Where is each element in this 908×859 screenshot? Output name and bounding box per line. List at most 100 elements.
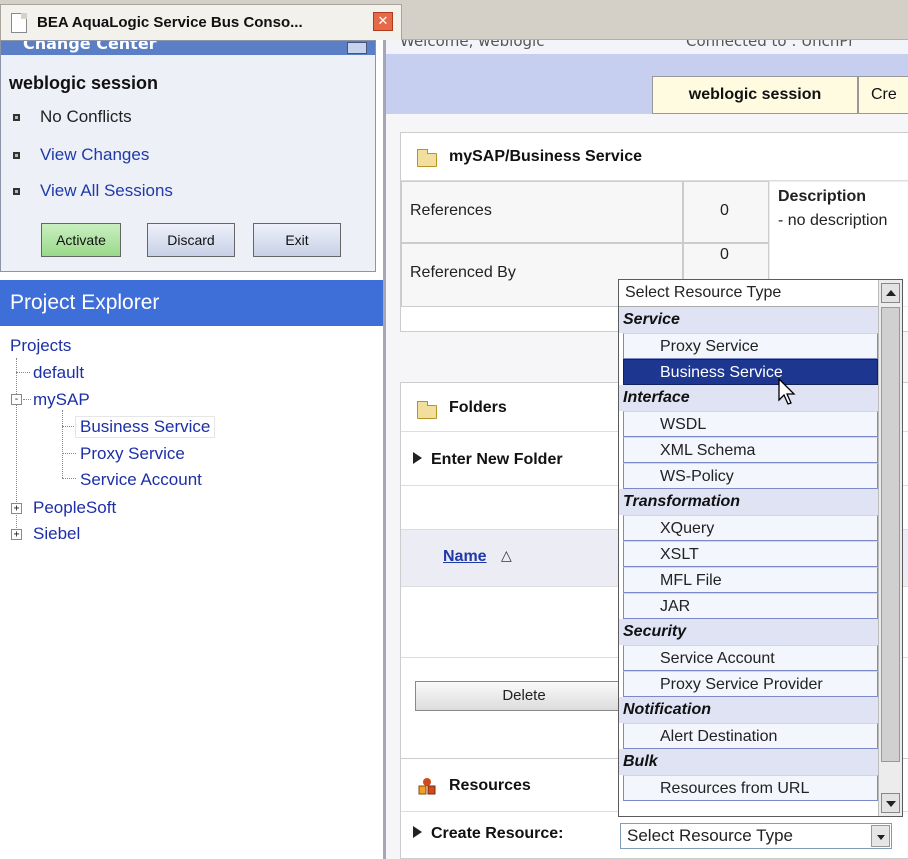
tree-line [62,478,76,479]
view-changes-item: View Changes [13,145,149,165]
option-xslt[interactable]: XSLT [623,541,878,567]
referenced-by-label: Referenced By [410,264,516,281]
folder-icon [417,401,437,419]
browser-tab-bar: BEA AquaLogic Service Bus Conso... ✕ [0,0,908,40]
tree-item-business-service[interactable]: Business Service [75,416,216,438]
welcome-strip: Welcome, weblogic Connected to : UnchPr [386,40,908,54]
tree-item-siebel[interactable]: Siebel [33,524,80,544]
enter-new-folder-toggle[interactable]: Enter New Folder [413,451,563,469]
no-conflicts-item: No Conflicts [13,107,132,127]
description-label: Description [778,188,867,205]
create-resource-toggle[interactable]: Create Resource: [413,825,564,843]
session-name: weblogic session [9,73,159,93]
sort-ascending-icon[interactable]: △ [501,548,512,564]
tree-line [62,453,76,454]
group-interface: Interface [619,385,878,411]
option-xquery[interactable]: XQuery [623,515,878,541]
create-tab[interactable]: Cre [858,76,908,114]
references-label-cell: References [401,181,683,243]
folders-title: Folders [449,399,507,416]
option-ws-policy[interactable]: WS-Policy [623,463,878,489]
group-security: Security [619,619,878,645]
dropdown-scrollbar[interactable] [878,280,902,816]
resource-type-select[interactable]: Select Resource Type [620,823,892,849]
session-bar: weblogic session Cre [386,54,908,114]
close-tab-icon[interactable]: ✕ [373,12,393,31]
description-value: - no description [778,212,888,229]
referenced-by-value: 0 [720,246,729,263]
tree-item-proxy-service[interactable]: Proxy Service [80,444,185,464]
option-service-account[interactable]: Service Account [623,645,878,671]
tree-item-mysap[interactable]: mySAP [33,390,90,410]
scroll-down-icon[interactable] [881,793,900,813]
option-mfl-file[interactable]: MFL File [623,567,878,593]
tree-line [23,399,31,400]
panel-header: mySAP/Business Service [401,133,908,181]
exit-button[interactable]: Exit [253,223,341,257]
collapse-icon[interactable]: - [11,394,22,405]
references-value: 0 [720,202,729,219]
page-icon [11,12,27,33]
option-business-service[interactable]: Business Service [623,359,878,385]
tree-item-service-account[interactable]: Service Account [80,470,202,490]
expand-triangle-icon [413,826,422,838]
tree-line [62,426,76,427]
expand-triangle-icon [413,452,422,464]
bullet-icon [13,187,20,195]
option-alert-destination[interactable]: Alert Destination [623,723,878,749]
change-center-header: Change Center [1,41,375,55]
option-proxy-service[interactable]: Proxy Service [623,333,878,359]
references-value-cell: 0 [683,181,769,243]
mouse-pointer-icon [778,378,796,405]
tree-line [62,410,63,478]
connected-text: Connected to : UnchPr [686,40,855,50]
dropdown-header[interactable]: Select Resource Type [619,280,878,307]
dropdown-arrow-icon[interactable] [871,825,890,847]
browser-tab-title: BEA AquaLogic Service Bus Conso... [37,14,303,31]
resources-title: Resources [449,777,531,794]
expand-icon[interactable]: + [11,529,22,540]
create-resource-label: Create Resource: [431,825,564,842]
panel-title: mySAP/Business Service [449,148,642,165]
change-center-panel: Change Center weblogic session No Confli… [0,40,376,272]
option-wsdl[interactable]: WSDL [623,411,878,437]
browser-tab[interactable]: BEA AquaLogic Service Bus Conso... ✕ [0,4,402,40]
enter-new-folder-label: Enter New Folder [431,451,563,468]
option-proxy-service-provider[interactable]: Proxy Service Provider [623,671,878,697]
resource-type-select-value: Select Resource Type [627,826,793,845]
bullet-icon [13,113,20,121]
tree-projects-link[interactable]: Projects [10,336,71,356]
discard-button[interactable]: Discard [147,223,235,257]
expand-icon[interactable]: + [11,503,22,514]
left-column: Change Center weblogic session No Confli… [0,40,383,859]
group-notification: Notification [619,697,878,723]
folder-icon [417,149,437,167]
option-resources-from-url[interactable]: Resources from URL [623,775,878,801]
no-conflicts-label: No Conflicts [40,107,132,126]
delete-button[interactable]: Delete [415,681,633,711]
collapse-icon[interactable] [347,42,367,54]
welcome-text: Welcome, weblogic [400,40,545,50]
option-xml-schema[interactable]: XML Schema [623,437,878,463]
view-all-sessions-item: View All Sessions [13,181,173,201]
tree-item-default[interactable]: default [33,363,84,383]
references-label: References [410,202,492,219]
resource-type-dropdown[interactable]: Select Resource Type Service Proxy Servi… [618,279,903,817]
dropdown-options: Service Proxy Service Business Service I… [619,307,878,801]
tree-item-peoplesoft[interactable]: PeopleSoft [33,498,116,518]
change-center-title: Change Center [23,41,157,53]
tree-line [16,372,30,373]
view-all-sessions-link[interactable]: View All Sessions [40,181,173,201]
project-explorer-header: Project Explorer [0,280,383,326]
scroll-thumb[interactable] [881,307,900,762]
activate-button[interactable]: Activate [41,223,121,257]
view-changes-link[interactable]: View Changes [40,145,149,165]
option-jar[interactable]: JAR [623,593,878,619]
bullet-icon [13,151,20,159]
group-bulk: Bulk [619,749,878,775]
name-column-header[interactable]: Name [443,548,487,566]
group-transformation: Transformation [619,489,878,515]
session-tab[interactable]: weblogic session [652,76,858,114]
scroll-up-icon[interactable] [881,283,900,303]
resources-icon [417,777,437,797]
